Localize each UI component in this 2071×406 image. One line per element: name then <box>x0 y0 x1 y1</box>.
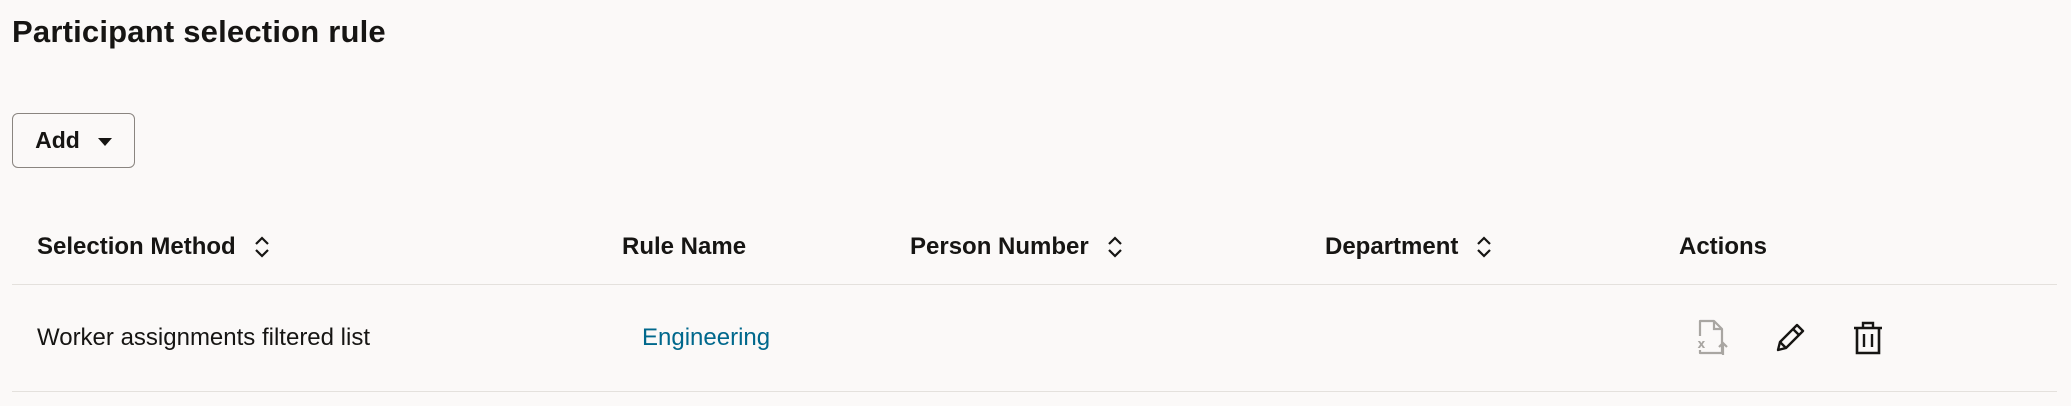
page-title: Participant selection rule <box>12 14 386 49</box>
caret-down-icon <box>97 137 112 146</box>
column-header-label: Department <box>1325 233 1459 260</box>
column-header-actions: Actions <box>1679 210 1767 284</box>
rule-name-link[interactable]: Engineering <box>642 324 770 352</box>
row-actions: x <box>1692 285 1888 391</box>
svg-text:x: x <box>1698 337 1706 351</box>
cell-rule-name: Engineering <box>642 285 770 391</box>
column-header-label: Selection Method <box>37 233 236 260</box>
column-header-selection-method[interactable]: Selection Method <box>37 210 270 284</box>
table-row: Worker assignments filtered list Enginee… <box>12 285 2057 392</box>
column-header-rule-name: Rule Name <box>622 210 746 284</box>
column-header-label: Actions <box>1679 233 1768 260</box>
excel-export-icon[interactable]: x <box>1692 318 1732 358</box>
cell-selection-method: Worker assignments filtered list <box>37 324 370 351</box>
sort-updown-icon[interactable] <box>254 236 270 258</box>
column-header-department[interactable]: Department <box>1325 210 1492 284</box>
sort-updown-icon[interactable] <box>1107 236 1123 258</box>
column-header-person-number[interactable]: Person Number <box>910 210 1123 284</box>
add-button[interactable]: Add <box>12 113 135 168</box>
column-header-label: Rule Name <box>622 233 747 260</box>
table-header-row: Selection Method Rule Name Person Number… <box>12 210 2057 285</box>
trash-icon[interactable] <box>1848 318 1888 358</box>
column-header-label: Person Number <box>910 233 1089 260</box>
pencil-icon[interactable] <box>1770 318 1810 358</box>
add-button-label: Add <box>35 127 80 153</box>
sort-updown-icon[interactable] <box>1476 236 1492 258</box>
